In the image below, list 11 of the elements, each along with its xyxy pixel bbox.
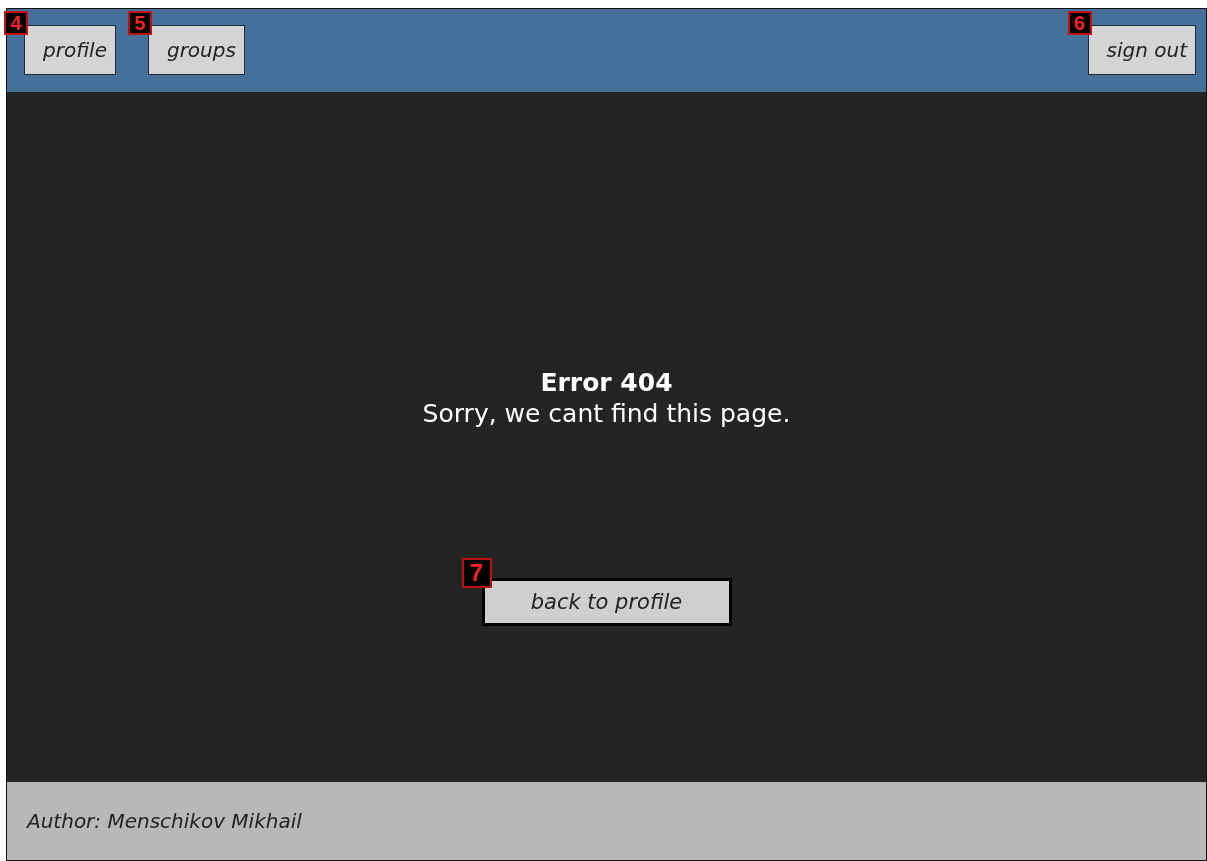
error-title: Error 404: [540, 368, 673, 397]
error-message: Sorry, we cant find this page.: [422, 399, 791, 428]
number-marker: 4: [4, 11, 28, 35]
number-marker: 6: [1067, 11, 1092, 35]
nav-button[interactable]: profile: [24, 25, 116, 75]
nav-button[interactable]: sign out: [1087, 25, 1196, 75]
number-marker: 7: [461, 558, 492, 588]
nav-button[interactable]: groups: [147, 25, 245, 75]
number-marker: 5: [127, 11, 152, 35]
back-button[interactable]: back to profile: [481, 578, 732, 626]
author-text: Author: Menschikov Mikhail: [27, 809, 302, 833]
